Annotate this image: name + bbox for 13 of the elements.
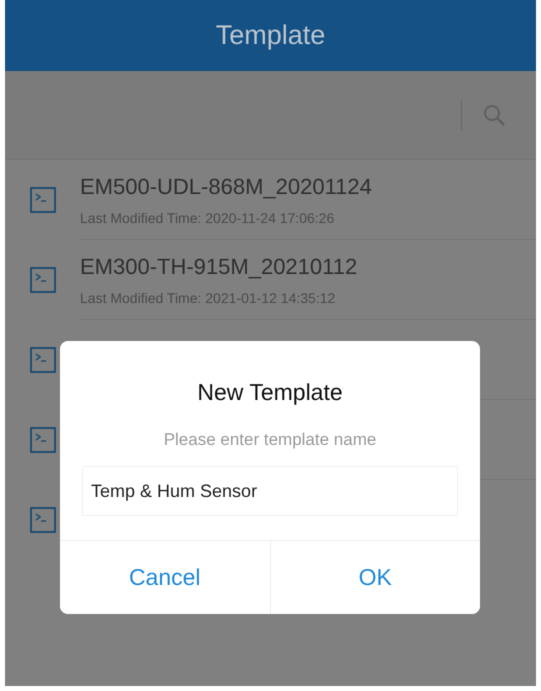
terminal-icon: [30, 267, 56, 293]
dialog-title: New Template: [197, 379, 343, 406]
terminal-icon: [30, 347, 56, 373]
template-name[interactable]: EM300-TH-915M_20210112: [80, 254, 536, 280]
terminal-icon: [30, 187, 56, 213]
search-icon[interactable]: [482, 103, 506, 127]
ok-button[interactable]: OK: [270, 541, 480, 614]
template-name[interactable]: EM500-UDL-868M_20201124: [80, 174, 536, 200]
dialog-hint: Please enter template name: [164, 430, 376, 450]
terminal-icon: [30, 427, 56, 453]
name-input-field[interactable]: Temp & Hum Sensor: [82, 466, 458, 516]
terminal-icon: [30, 507, 56, 533]
page-title: Template: [216, 20, 326, 51]
